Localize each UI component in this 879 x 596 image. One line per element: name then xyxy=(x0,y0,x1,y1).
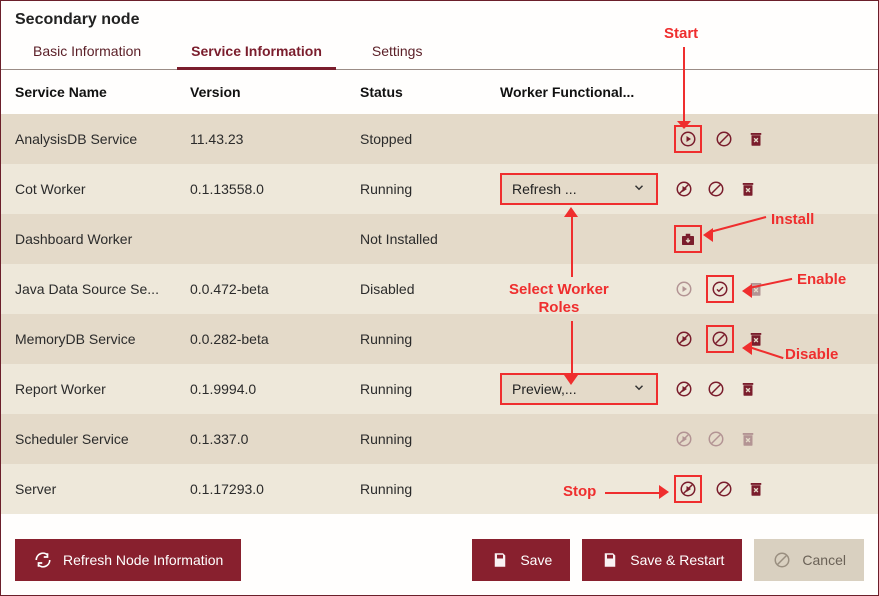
play-icon[interactable] xyxy=(678,129,698,149)
footer: Refresh Node Information Save Save & Res… xyxy=(1,527,878,595)
save-button[interactable]: Save xyxy=(472,539,570,581)
cell-status: Running xyxy=(354,431,494,447)
cell-worker-role: Refresh ... xyxy=(494,173,664,205)
cell-status: Running xyxy=(354,481,494,497)
cell-service-name: Scheduler Service xyxy=(9,431,184,447)
col-worker-functional: Worker Functional... xyxy=(494,84,664,100)
cell-service-name: AnalysisDB Service xyxy=(9,131,184,147)
refresh-label: Refresh Node Information xyxy=(63,552,223,568)
disable-icon[interactable] xyxy=(714,129,734,149)
cell-version: 0.0.282-beta xyxy=(184,331,354,347)
disable-icon[interactable] xyxy=(706,379,726,399)
chevron-down-icon xyxy=(632,381,646,398)
cell-service-name: Report Worker xyxy=(9,381,184,397)
table-row: AnalysisDB Service11.43.23Stopped xyxy=(1,114,878,164)
page-title: Secondary node xyxy=(1,1,878,35)
table-row: Java Data Source Se...0.0.472-betaDisabl… xyxy=(1,264,878,314)
col-version: Version xyxy=(184,84,354,100)
cell-version: 11.43.23 xyxy=(184,131,354,147)
table-row: Report Worker0.1.9994.0Running Preview,..… xyxy=(1,364,878,414)
cell-version: 0.1.13558.0 xyxy=(184,181,354,197)
highlight-box xyxy=(674,125,702,153)
worker-role-select[interactable]: Preview,... xyxy=(500,373,658,405)
trash-icon[interactable] xyxy=(738,429,758,449)
stop-icon[interactable] xyxy=(674,379,694,399)
cell-worker-role: Preview,... xyxy=(494,373,664,405)
save-restart-button[interactable]: Save & Restart xyxy=(582,539,742,581)
cell-status: Not Installed xyxy=(354,231,494,247)
cancel-label: Cancel xyxy=(802,552,846,568)
stop-icon[interactable] xyxy=(674,429,694,449)
cell-status: Running xyxy=(354,181,494,197)
cancel-button[interactable]: Cancel xyxy=(754,539,864,581)
cell-actions xyxy=(664,379,870,399)
cell-actions xyxy=(664,475,870,503)
cell-status: Disabled xyxy=(354,281,494,297)
enable-icon[interactable] xyxy=(710,279,730,299)
table-row: Dashboard Worker Not Installed xyxy=(1,214,878,264)
table-body: AnalysisDB Service11.43.23StoppedCot Wor… xyxy=(1,114,878,514)
cell-service-name: Server xyxy=(9,481,184,497)
disable-icon[interactable] xyxy=(706,429,726,449)
highlight-box xyxy=(706,275,734,303)
cell-status: Stopped xyxy=(354,131,494,147)
table-header: Service Name Version Status Worker Funct… xyxy=(1,70,878,114)
save-restart-icon xyxy=(600,550,620,570)
select-value: Refresh ... xyxy=(512,181,577,197)
cell-actions xyxy=(664,325,870,353)
tab-basic-information[interactable]: Basic Information xyxy=(11,35,163,69)
table-row: MemoryDB Service0.0.282-betaRunning xyxy=(1,314,878,364)
table-row: Server0.1.17293.0Running xyxy=(1,464,878,514)
cell-service-name: Dashboard Worker xyxy=(9,231,184,247)
highlight-box xyxy=(674,475,702,503)
disable-icon[interactable] xyxy=(710,329,730,349)
cell-actions xyxy=(664,125,870,153)
table-row: Cot Worker0.1.13558.0Running Refresh ... xyxy=(1,164,878,214)
trash-icon[interactable] xyxy=(746,279,766,299)
tab-service-information[interactable]: Service Information xyxy=(169,35,344,69)
play-icon[interactable] xyxy=(674,279,694,299)
cell-status: Running xyxy=(354,331,494,347)
cell-version: 0.1.337.0 xyxy=(184,431,354,447)
refresh-icon xyxy=(33,550,53,570)
highlight-box xyxy=(674,225,702,253)
cell-actions xyxy=(664,429,870,449)
trash-icon[interactable] xyxy=(746,479,766,499)
save-icon xyxy=(490,550,510,570)
install-icon[interactable] xyxy=(678,229,698,249)
tab-settings[interactable]: Settings xyxy=(350,35,445,69)
worker-role-select[interactable]: Refresh ... xyxy=(500,173,658,205)
stop-icon[interactable] xyxy=(678,479,698,499)
tabs: Basic Information Service Information Se… xyxy=(1,35,878,70)
select-value: Preview,... xyxy=(512,381,577,397)
cell-version: 0.1.17293.0 xyxy=(184,481,354,497)
cell-actions xyxy=(664,275,870,303)
cell-status: Running xyxy=(354,381,494,397)
cancel-icon xyxy=(772,550,792,570)
cell-version: 0.0.472-beta xyxy=(184,281,354,297)
stop-icon[interactable] xyxy=(674,329,694,349)
cell-service-name: MemoryDB Service xyxy=(9,331,184,347)
refresh-node-info-button[interactable]: Refresh Node Information xyxy=(15,539,241,581)
table-row: Scheduler Service0.1.337.0Running xyxy=(1,414,878,464)
trash-icon[interactable] xyxy=(738,179,758,199)
cell-actions xyxy=(664,225,870,253)
col-status: Status xyxy=(354,84,494,100)
save-restart-label: Save & Restart xyxy=(630,552,724,568)
cell-actions xyxy=(664,179,870,199)
cell-version: 0.1.9994.0 xyxy=(184,381,354,397)
stop-icon[interactable] xyxy=(674,179,694,199)
highlight-box xyxy=(706,325,734,353)
trash-icon[interactable] xyxy=(746,329,766,349)
disable-icon[interactable] xyxy=(706,179,726,199)
col-service-name: Service Name xyxy=(9,84,184,100)
cell-service-name: Java Data Source Se... xyxy=(9,281,184,297)
disable-icon[interactable] xyxy=(714,479,734,499)
save-label: Save xyxy=(520,552,552,568)
cell-service-name: Cot Worker xyxy=(9,181,184,197)
trash-icon[interactable] xyxy=(738,379,758,399)
trash-icon[interactable] xyxy=(746,129,766,149)
chevron-down-icon xyxy=(632,181,646,198)
